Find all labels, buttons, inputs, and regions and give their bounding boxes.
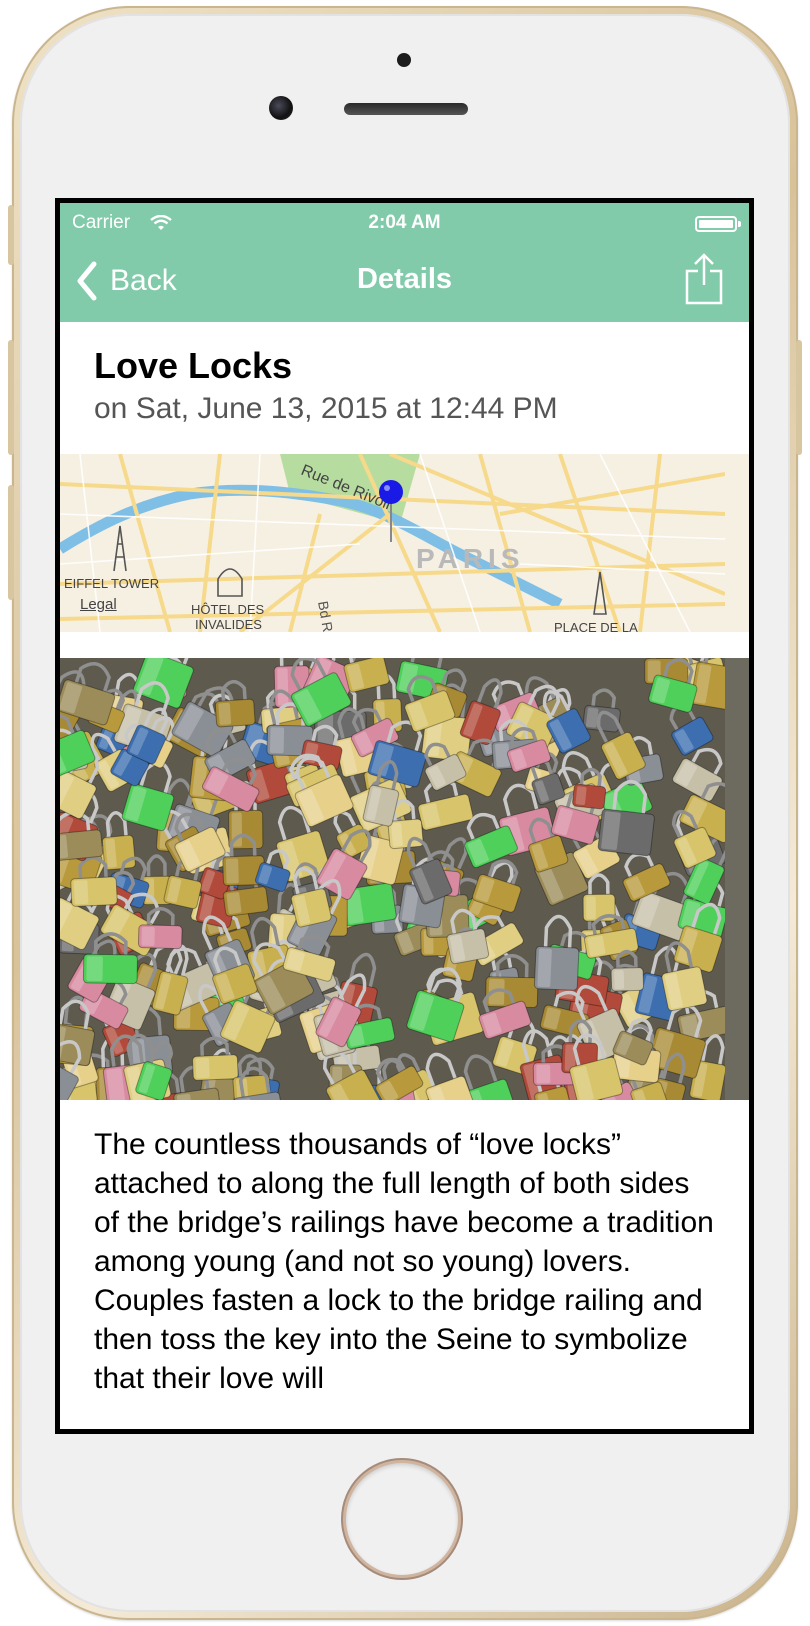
nav-title: Details bbox=[356, 263, 453, 295]
map-label-city: PARIS bbox=[416, 543, 525, 574]
entry-date: on Sat, June 13, 2015 at 12:44 PM bbox=[94, 392, 558, 425]
padlocks-image bbox=[60, 658, 738, 1100]
front-camera bbox=[269, 96, 293, 120]
proximity-sensor bbox=[397, 53, 411, 67]
invalides-icon bbox=[217, 568, 243, 597]
map-label-boulevard: Bd R bbox=[315, 600, 336, 632]
map-label-invalides-2: INVALIDES bbox=[195, 617, 262, 632]
volume-down-button bbox=[8, 485, 14, 600]
status-time: 2:04 AM bbox=[368, 212, 441, 233]
location-pin-icon[interactable] bbox=[379, 480, 403, 504]
entry-header: Love Locks on Sat, June 13, 2015 at 12:4… bbox=[60, 322, 749, 454]
eiffel-tower-icon bbox=[113, 525, 127, 572]
map-label-eiffel: EIFFEL TOWER bbox=[64, 576, 159, 591]
map-label-place: PLACE DE LA bbox=[554, 620, 638, 632]
earpiece-speaker bbox=[344, 103, 468, 115]
location-map[interactable]: Rue de Rivoli PARIS EIFFEL TOWER HÔTEL D… bbox=[60, 454, 749, 632]
entry-title: Love Locks bbox=[94, 345, 293, 386]
status-bar: Carrier 2:04 AM bbox=[60, 203, 749, 243]
entry-photo bbox=[60, 658, 749, 1100]
navigation-bar: Carrier 2:04 AM Back Details bbox=[60, 203, 749, 322]
screen: Carrier 2:04 AM Back Details Love Locks … bbox=[55, 198, 754, 1434]
power-button bbox=[796, 340, 802, 455]
battery-icon bbox=[695, 216, 741, 232]
home-button[interactable] bbox=[346, 1463, 458, 1575]
map-legal-link[interactable]: Legal bbox=[80, 596, 117, 613]
display: Carrier 2:04 AM Back Details Love Locks … bbox=[60, 203, 749, 1429]
entry-description: The countless thousands of “love locks” … bbox=[94, 1128, 714, 1395]
share-icon[interactable] bbox=[685, 253, 723, 305]
map-label-invalides-1: HÔTEL DES bbox=[191, 602, 265, 617]
volume-up-button bbox=[8, 340, 14, 455]
mute-switch bbox=[8, 205, 14, 265]
